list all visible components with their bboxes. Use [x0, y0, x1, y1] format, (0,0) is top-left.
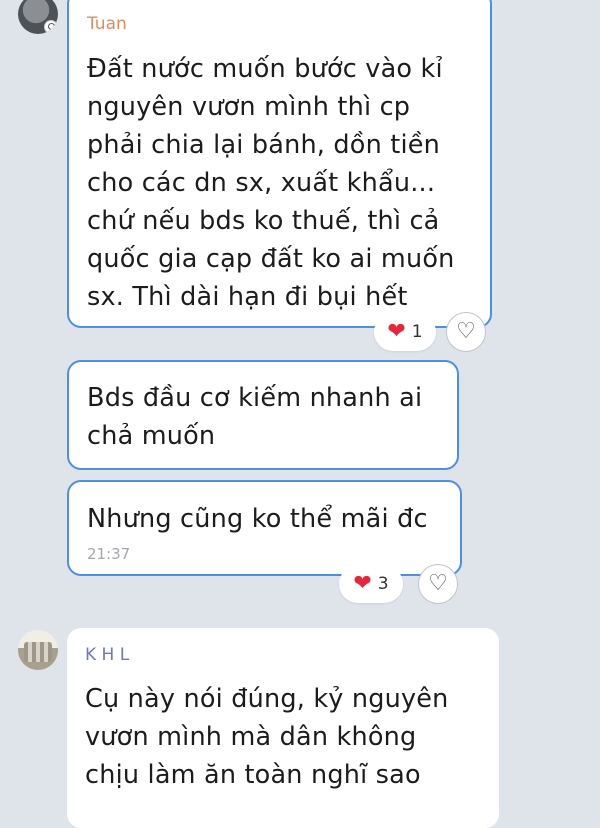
react-button[interactable]: ♡: [446, 312, 486, 352]
message-line: quốc gia cạp đất ko ai muốn: [87, 244, 455, 274]
message-bubble[interactable]: K H L Cụ này nói đúng, kỷ nguyên vươn mì…: [67, 628, 499, 828]
message-text: Bds đầu cơ kiếm nhanh ai chả muốn: [87, 379, 422, 455]
reaction-count: 1: [411, 322, 423, 342]
avatar-khl[interactable]: [18, 630, 58, 670]
reaction-summary[interactable]: ❤ 1: [374, 313, 436, 351]
message-line: Bds đầu cơ kiếm nhanh ai: [87, 383, 423, 413]
message-line: Đất nước muốn bước vào kỉ: [87, 54, 443, 84]
heart-icon: ❤: [353, 571, 372, 596]
heart-outline-icon: ♡: [456, 319, 476, 344]
message-bubble[interactable]: Bds đầu cơ kiếm nhanh ai chả muốn: [67, 360, 459, 470]
message-text: Nhưng cũng ko thể mãi đc: [87, 500, 428, 538]
sender-name[interactable]: Tuan: [87, 14, 127, 34]
message-line: vươn mình mà dân không: [85, 722, 417, 752]
message-line: chứ nếu bds ko thuế, thì cả: [87, 206, 440, 236]
heart-icon: ❤: [387, 319, 406, 344]
message-time: 21:37: [87, 545, 131, 563]
message-line: chịu làm ăn toàn nghĩ sao: [85, 760, 421, 790]
search-badge-icon: [44, 20, 58, 34]
reaction-summary[interactable]: ❤ 3: [339, 565, 403, 603]
reaction-count: 3: [377, 574, 389, 594]
message-text: Đất nước muốn bước vào kỉ nguyên vươn mì…: [87, 50, 454, 316]
sender-name[interactable]: K H L: [85, 645, 129, 665]
message-line: phải chia lại bánh, dồn tiền: [87, 130, 441, 160]
message-text: Cụ này nói đúng, kỷ nguyên vươn mình mà …: [85, 680, 449, 794]
heart-outline-icon: ♡: [428, 571, 448, 596]
message-bubble[interactable]: Tuan Đất nước muốn bước vào kỉ nguyên vư…: [67, 0, 492, 328]
message-bubble[interactable]: Nhưng cũng ko thể mãi đc 21:37: [67, 480, 462, 576]
avatar-tuan[interactable]: [18, 0, 58, 34]
message-line: Nhưng cũng ko thể mãi đc: [87, 504, 428, 534]
message-line: chả muốn: [87, 421, 216, 451]
react-button[interactable]: ♡: [418, 564, 458, 604]
message-line: cho các dn sx, xuất khẩu...: [87, 168, 436, 198]
message-line: nguyên vươn mình thì cp: [87, 92, 411, 122]
message-line: Cụ này nói đúng, kỷ nguyên: [85, 684, 449, 714]
message-line: sx. Thì dài hạn đi bụi hết: [87, 282, 408, 312]
